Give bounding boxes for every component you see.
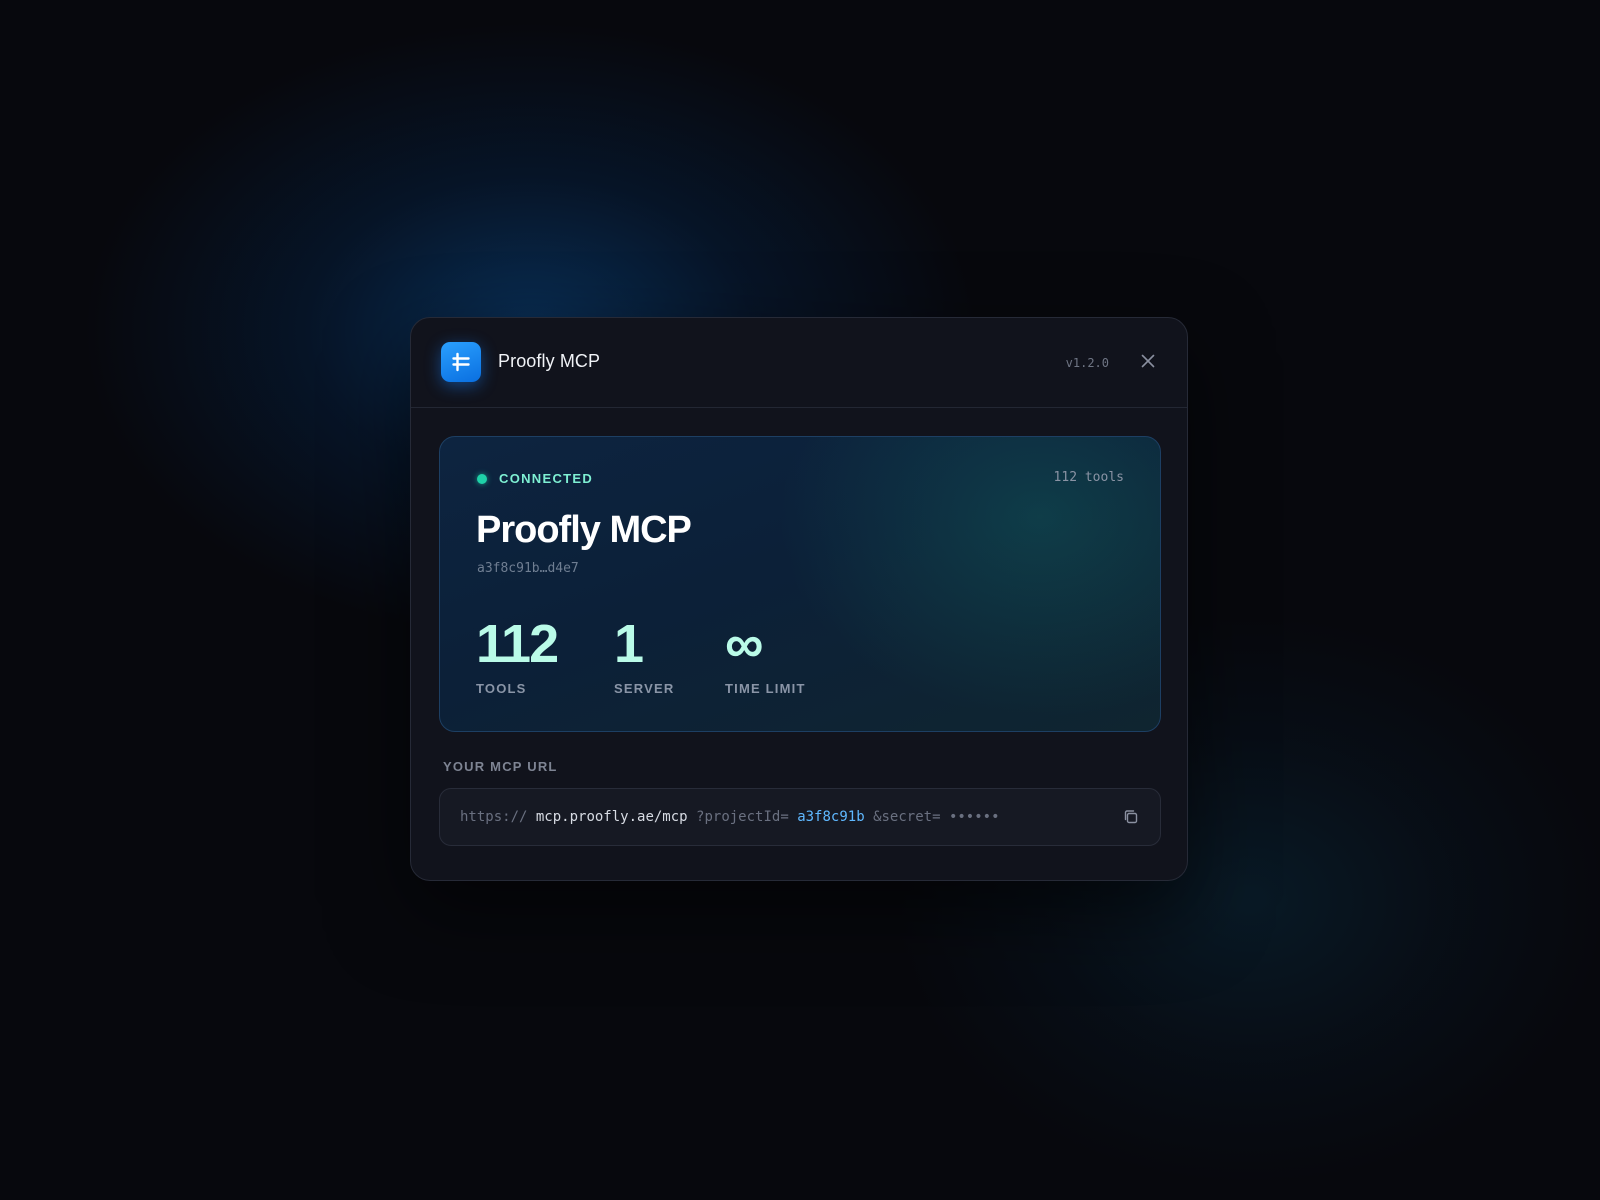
mcp-url-text[interactable]: https:// mcp.proofly.ae/mcp ?projectId= … bbox=[460, 809, 1000, 825]
stat-tools: 112 TOOLS bbox=[476, 614, 559, 696]
stat-tools-value: 112 bbox=[476, 614, 559, 674]
mcp-url-label: YOUR MCP URL bbox=[443, 759, 558, 774]
app-logo-icon bbox=[441, 342, 481, 382]
url-host-path: mcp.proofly.ae/mcp bbox=[535, 809, 688, 825]
copy-url-button[interactable] bbox=[1122, 808, 1140, 826]
url-project-param: ?projectId= bbox=[696, 809, 789, 825]
stat-time-limit: ∞ TIME LIMIT bbox=[725, 615, 806, 696]
connection-status-card: CONNECTED 112 tools Proofly MCP a3f8c91b… bbox=[439, 436, 1161, 732]
status-badge: CONNECTED bbox=[499, 471, 594, 486]
close-icon bbox=[1141, 354, 1155, 368]
stat-time-limit-value: ∞ bbox=[725, 614, 763, 674]
url-scheme: https:// bbox=[460, 809, 528, 825]
version-label: v1.2.0 bbox=[1065, 356, 1109, 370]
stat-tools-label: TOOLS bbox=[476, 681, 527, 696]
url-secret-param: &secret= bbox=[873, 809, 941, 825]
stat-time-limit-label: TIME LIMIT bbox=[725, 681, 806, 696]
server-id: a3f8c91b…d4e7 bbox=[477, 561, 579, 576]
copy-icon bbox=[1124, 810, 1138, 824]
url-secret-masked: •••••• bbox=[948, 809, 1000, 825]
status-indicator-dot bbox=[477, 474, 487, 484]
stat-server: 1 SERVER bbox=[614, 615, 674, 696]
modal-header: Proofly MCP v1.2.0 bbox=[411, 318, 1187, 408]
close-button[interactable] bbox=[1139, 352, 1157, 370]
server-name: Proofly MCP bbox=[476, 509, 692, 551]
mcp-modal: Proofly MCP v1.2.0 CONNECTED 112 tools P… bbox=[410, 317, 1188, 881]
tools-count-label: 112 tools bbox=[1053, 470, 1124, 485]
stat-server-label: SERVER bbox=[614, 681, 675, 696]
stat-server-value: 1 bbox=[614, 614, 644, 674]
app-title: Proofly MCP bbox=[498, 351, 601, 371]
url-project-id: a3f8c91b bbox=[797, 809, 865, 825]
mcp-url-field[interactable]: https:// mcp.proofly.ae/mcp ?projectId= … bbox=[439, 788, 1161, 846]
